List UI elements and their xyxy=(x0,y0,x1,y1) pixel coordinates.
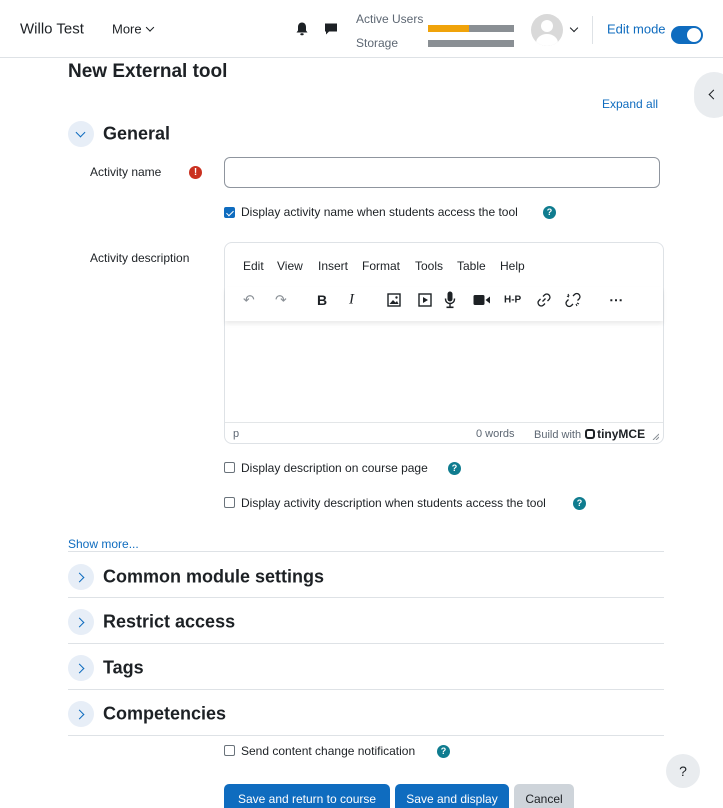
common-module-settings-toggle[interactable] xyxy=(68,564,94,590)
active-users-bar-fill xyxy=(428,25,470,32)
competencies-toggle[interactable] xyxy=(68,701,94,727)
avatar-head-shape xyxy=(541,20,553,32)
build-with-label: Build with xyxy=(534,429,582,441)
display-desc-course-checkbox[interactable] xyxy=(224,462,235,473)
editor-content-area[interactable] xyxy=(225,321,663,422)
help-icon[interactable]: ? xyxy=(543,206,556,219)
image-icon[interactable] xyxy=(387,293,401,307)
section-divider xyxy=(68,551,664,552)
save-return-button[interactable]: Save and return to course xyxy=(224,784,390,808)
tinymce-logo-icon xyxy=(585,429,596,439)
storage-label: Storage xyxy=(356,36,399,50)
section-title-general[interactable]: General xyxy=(103,124,170,145)
help-button[interactable]: ? xyxy=(666,754,700,788)
user-menu-chevron-icon[interactable] xyxy=(569,23,579,33)
chevron-right-icon xyxy=(74,663,85,673)
display-name-checkbox[interactable] xyxy=(224,207,235,218)
help-icon[interactable]: ? xyxy=(573,497,586,510)
redo-icon[interactable]: ↷ xyxy=(275,292,287,309)
storage-bar xyxy=(428,40,514,47)
word-count[interactable]: 0 words xyxy=(476,428,515,440)
element-path[interactable]: p xyxy=(233,428,239,440)
required-icon: ! xyxy=(189,166,202,179)
section-title-competencies[interactable]: Competencies xyxy=(103,704,226,725)
cancel-button[interactable]: Cancel xyxy=(514,784,574,808)
italic-icon[interactable]: I xyxy=(349,292,354,309)
record-audio-icon[interactable] xyxy=(444,291,456,309)
menu-table[interactable]: Table xyxy=(457,259,486,273)
undo-icon[interactable]: ↶ xyxy=(243,292,255,309)
send-notification-label: Send content change notification xyxy=(241,744,416,758)
display-desc-tool-label: Display activity description when studen… xyxy=(241,496,546,510)
menu-help[interactable]: Help xyxy=(500,259,525,273)
media-icon[interactable] xyxy=(418,293,432,307)
section-title-common-module-settings[interactable]: Common module settings xyxy=(103,567,324,588)
chevron-left-icon xyxy=(708,89,719,100)
section-divider xyxy=(68,689,664,690)
tinymce-brand: tinyMCE xyxy=(597,427,646,441)
send-notification-checkbox[interactable] xyxy=(224,745,235,756)
show-more-link[interactable]: Show more... xyxy=(68,537,139,551)
menu-tools[interactable]: Tools xyxy=(415,259,443,273)
toggle-knob xyxy=(687,28,701,42)
chevron-down-icon xyxy=(145,23,154,32)
display-desc-course-label: Display description on course page xyxy=(241,461,428,475)
user-avatar[interactable] xyxy=(531,14,563,46)
more-menu[interactable]: More xyxy=(112,21,154,37)
page-title: New External tool xyxy=(68,61,228,82)
open-drawer-button[interactable] xyxy=(694,72,723,118)
active-users-bar xyxy=(428,25,514,32)
link-icon[interactable] xyxy=(536,292,552,308)
expand-all-link[interactable]: Expand all xyxy=(602,97,658,111)
display-name-label: Display activity name when students acce… xyxy=(241,205,518,219)
activity-name-input[interactable] xyxy=(224,157,660,188)
site-name[interactable]: Willo Test xyxy=(20,21,84,38)
restrict-access-toggle[interactable] xyxy=(68,609,94,635)
section-title-restrict-access[interactable]: Restrict access xyxy=(103,612,235,633)
bold-icon[interactable]: B xyxy=(317,292,327,308)
active-users-label: Active Users xyxy=(356,12,424,26)
section-title-tags[interactable]: Tags xyxy=(103,658,144,679)
tinymce-branding[interactable]: Build with tinyMCE xyxy=(534,427,645,441)
save-display-button[interactable]: Save and display xyxy=(395,784,509,808)
chevron-down-icon xyxy=(75,127,86,138)
menu-view[interactable]: View xyxy=(277,259,303,273)
messages-icon[interactable] xyxy=(324,23,338,36)
help-icon[interactable]: ? xyxy=(437,745,450,758)
chevron-right-icon xyxy=(74,617,85,627)
activity-name-label: Activity name xyxy=(90,165,162,179)
menu-edit[interactable]: Edit xyxy=(243,259,264,273)
rich-text-editor: Edit View Insert Format Tools Table Help… xyxy=(224,242,664,444)
edit-mode-label[interactable]: Edit mode xyxy=(607,22,666,37)
editor-toolbar: ↶ ↷ B I H-P ⋯ xyxy=(225,287,663,321)
menu-format[interactable]: Format xyxy=(362,259,400,273)
editor-menubar: Edit View Insert Format Tools Table Help xyxy=(225,243,663,287)
resize-handle-icon[interactable] xyxy=(652,433,659,440)
menu-insert[interactable]: Insert xyxy=(318,259,348,273)
edit-mode-toggle[interactable] xyxy=(671,26,703,44)
section-divider xyxy=(68,597,664,598)
general-collapse-toggle[interactable] xyxy=(68,121,94,147)
avatar-body-shape xyxy=(536,34,558,46)
h5p-icon[interactable]: H-P xyxy=(504,295,521,306)
top-navbar: Willo Test More Active Users Storage Edi… xyxy=(0,0,723,58)
editor-statusbar: p 0 words Build with tinyMCE xyxy=(225,422,663,444)
more-label: More xyxy=(112,21,142,37)
section-divider xyxy=(68,735,664,736)
chevron-right-icon xyxy=(74,572,85,582)
unlink-icon[interactable] xyxy=(565,292,581,308)
activity-description-label: Activity description xyxy=(90,251,190,265)
help-icon[interactable]: ? xyxy=(448,462,461,475)
more-icon[interactable]: ⋯ xyxy=(609,292,623,309)
navbar-divider xyxy=(592,16,593,44)
chevron-right-icon xyxy=(74,709,85,719)
section-divider xyxy=(68,643,664,644)
display-desc-tool-checkbox[interactable] xyxy=(224,497,235,508)
tags-toggle[interactable] xyxy=(68,655,94,681)
notification-bell-icon[interactable] xyxy=(296,22,308,36)
record-video-icon[interactable] xyxy=(473,294,491,306)
